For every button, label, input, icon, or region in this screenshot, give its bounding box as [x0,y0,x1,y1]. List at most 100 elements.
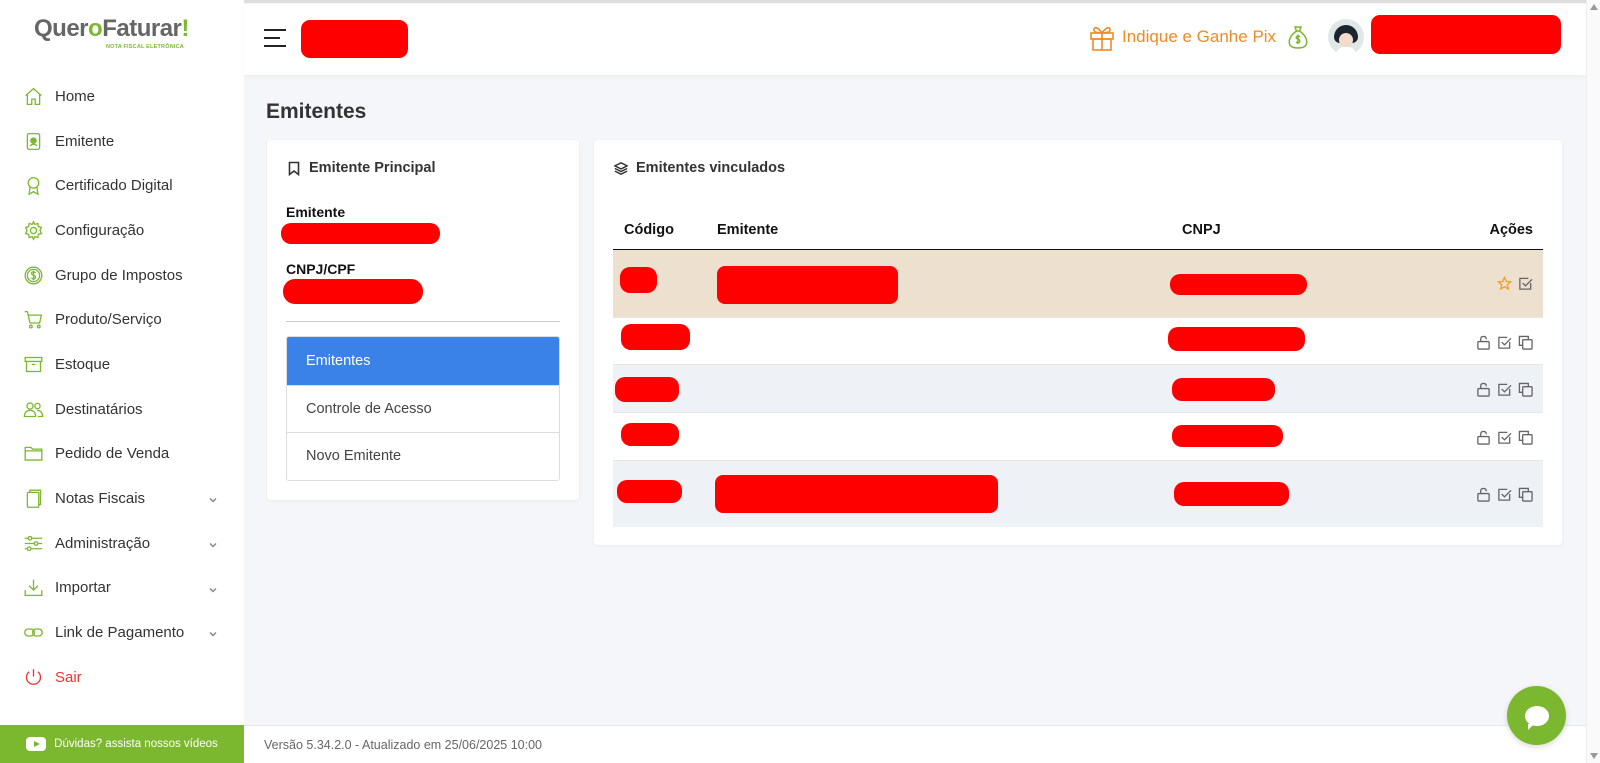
emitente-label: Emitente [286,204,346,220]
check-square-icon[interactable] [1497,335,1512,350]
sidebar-item-certificado-digital[interactable]: Certificado Digital [0,163,244,208]
sidebar-item-notas-fiscais[interactable]: Notas Fiscais [0,476,244,521]
row-actions [1476,382,1533,397]
redacted-cnpj [1168,327,1305,351]
copy-icon[interactable] [1518,430,1533,445]
chevron-down-icon [208,537,218,548]
unlock-icon[interactable] [1476,487,1491,502]
sidebar-item-label: Pedido de Venda [55,445,170,463]
sidebar-item-label: Administração [55,534,151,552]
sidebar-item-link-de-pagamento[interactable]: Link de Pagamento [0,610,244,655]
footer: Versão 5.34.2.0 - Atualizado em 25/06/20… [244,725,1586,763]
sidebar-item-label: Certificado Digital [55,177,173,195]
logo-tagline: NOTA FISCAL ELETRÔNICA [106,44,184,50]
column-header-cnpj[interactable]: CNPJ [1182,222,1221,238]
chevron-down-icon [208,626,218,637]
table-row[interactable] [613,413,1543,461]
page-scrollbar[interactable] [1586,0,1600,763]
documents-icon [22,488,44,510]
sidebar-item-grupo-de-impostos[interactable]: Grupo de Impostos [0,253,244,298]
menu-toggle-icon[interactable] [264,29,286,47]
redacted-company-name [301,20,408,58]
table-row[interactable] [613,318,1543,365]
layers-icon [614,161,628,175]
redacted-cnpj [1174,482,1289,506]
cart-icon [22,309,44,331]
bookmark-icon [288,161,300,176]
star-icon[interactable] [1497,276,1512,291]
redacted-codigo [620,267,657,293]
row-actions [1497,276,1533,291]
topbar: Indique e Ganhe Pix [244,4,1586,75]
emitente-principal-card: Emitente Principal Emitente CNPJ/CPF Emi… [267,140,579,500]
scroll-up-icon[interactable] [1590,4,1598,10]
sidebar-item-configuracao[interactable]: Configuração [0,208,244,253]
folder-icon [22,443,44,465]
redacted-codigo [621,324,690,350]
award-icon [22,175,44,197]
copy-icon[interactable] [1518,382,1533,397]
referral-promo-label: Indique e Ganhe Pix [1122,27,1277,46]
redacted-codigo [617,480,682,503]
menu-item-controle-de-acesso[interactable]: Controle de Acesso [287,384,559,432]
table-row[interactable] [613,365,1543,413]
card-title: Emitente Principal [309,160,436,176]
scroll-down-icon[interactable] [1590,753,1598,759]
card-title: Emitentes vinculados [636,160,786,176]
user-avatar[interactable] [1328,19,1364,55]
gear-icon [22,219,44,241]
sidebar: QueroFaturar! NOTA FISCAL ELETRÔNICA Hom… [0,0,244,763]
archive-icon [22,353,44,375]
sidebar-item-pedido-de-venda[interactable]: Pedido de Venda [0,432,244,477]
card-header: Emitente Principal [287,160,436,176]
column-header-acoes: Ações [1489,221,1533,238]
home-icon [22,85,44,107]
cnpj-cpf-label: CNPJ/CPF [286,261,356,277]
check-square-icon[interactable] [1497,430,1512,445]
sidebar-item-label: Produto/Serviço [55,311,162,329]
emitente-menu-list: Emitentes Controle de Acesso Novo Emiten… [286,336,560,481]
emitentes-vinculados-card: Emitentes vinculados Código Emitente CNP… [594,140,1562,545]
divider [286,321,560,322]
sidebar-item-produto-servico[interactable]: Produto/Serviço [0,297,244,342]
table-row[interactable] [613,250,1543,318]
unlock-icon[interactable] [1476,430,1491,445]
sidebar-item-home[interactable]: Home [0,74,244,119]
sidebar-item-label: Notas Fiscais [55,490,146,508]
table-row[interactable] [613,461,1543,527]
chevron-down-icon [208,492,218,503]
sidebar-nav: Home Emitente Certificado Digital Config… [0,74,244,700]
unlock-icon[interactable] [1476,335,1491,350]
referral-promo-link[interactable]: Indique e Ganhe Pix [1088,22,1276,52]
sidebar-item-importar[interactable]: Importar [0,566,244,611]
sidebar-item-label: Destinatários [55,400,143,418]
chat-button[interactable] [1507,686,1566,745]
id-badge-icon [22,130,44,152]
check-square-icon[interactable] [1497,487,1512,502]
power-icon [22,666,44,688]
redacted-codigo [615,377,679,402]
logo[interactable]: QueroFaturar! NOTA FISCAL ELETRÔNICA [34,16,214,54]
version-info: Versão 5.34.2.0 - Atualizado em 25/06/20… [264,737,542,752]
redacted-cnpj [1172,378,1275,401]
sidebar-item-destinatarios[interactable]: Destinatários [0,387,244,432]
menu-item-emitentes[interactable]: Emitentes [287,337,559,385]
sidebar-item-label: Estoque [55,355,111,373]
check-square-icon[interactable] [1497,382,1512,397]
help-videos-button[interactable]: Dúvidas? assista nossos vídeos [0,725,244,763]
sidebar-item-sair[interactable]: Sair [0,655,244,700]
copy-icon[interactable] [1518,487,1533,502]
redacted-user-name[interactable] [1371,15,1561,54]
sliders-icon [22,532,44,554]
sidebar-item-emitente[interactable]: Emitente [0,119,244,164]
sidebar-item-administracao[interactable]: Administração [0,521,244,566]
menu-item-novo-emitente[interactable]: Novo Emitente [287,432,559,480]
sidebar-item-estoque[interactable]: Estoque [0,342,244,387]
column-header-emitente[interactable]: Emitente [717,222,778,238]
column-header-codigo[interactable]: Código [624,222,674,238]
row-actions [1476,430,1533,445]
copy-icon[interactable] [1518,335,1533,350]
money-bag-icon[interactable] [1286,24,1310,50]
check-square-icon[interactable] [1518,276,1533,291]
unlock-icon[interactable] [1476,382,1491,397]
